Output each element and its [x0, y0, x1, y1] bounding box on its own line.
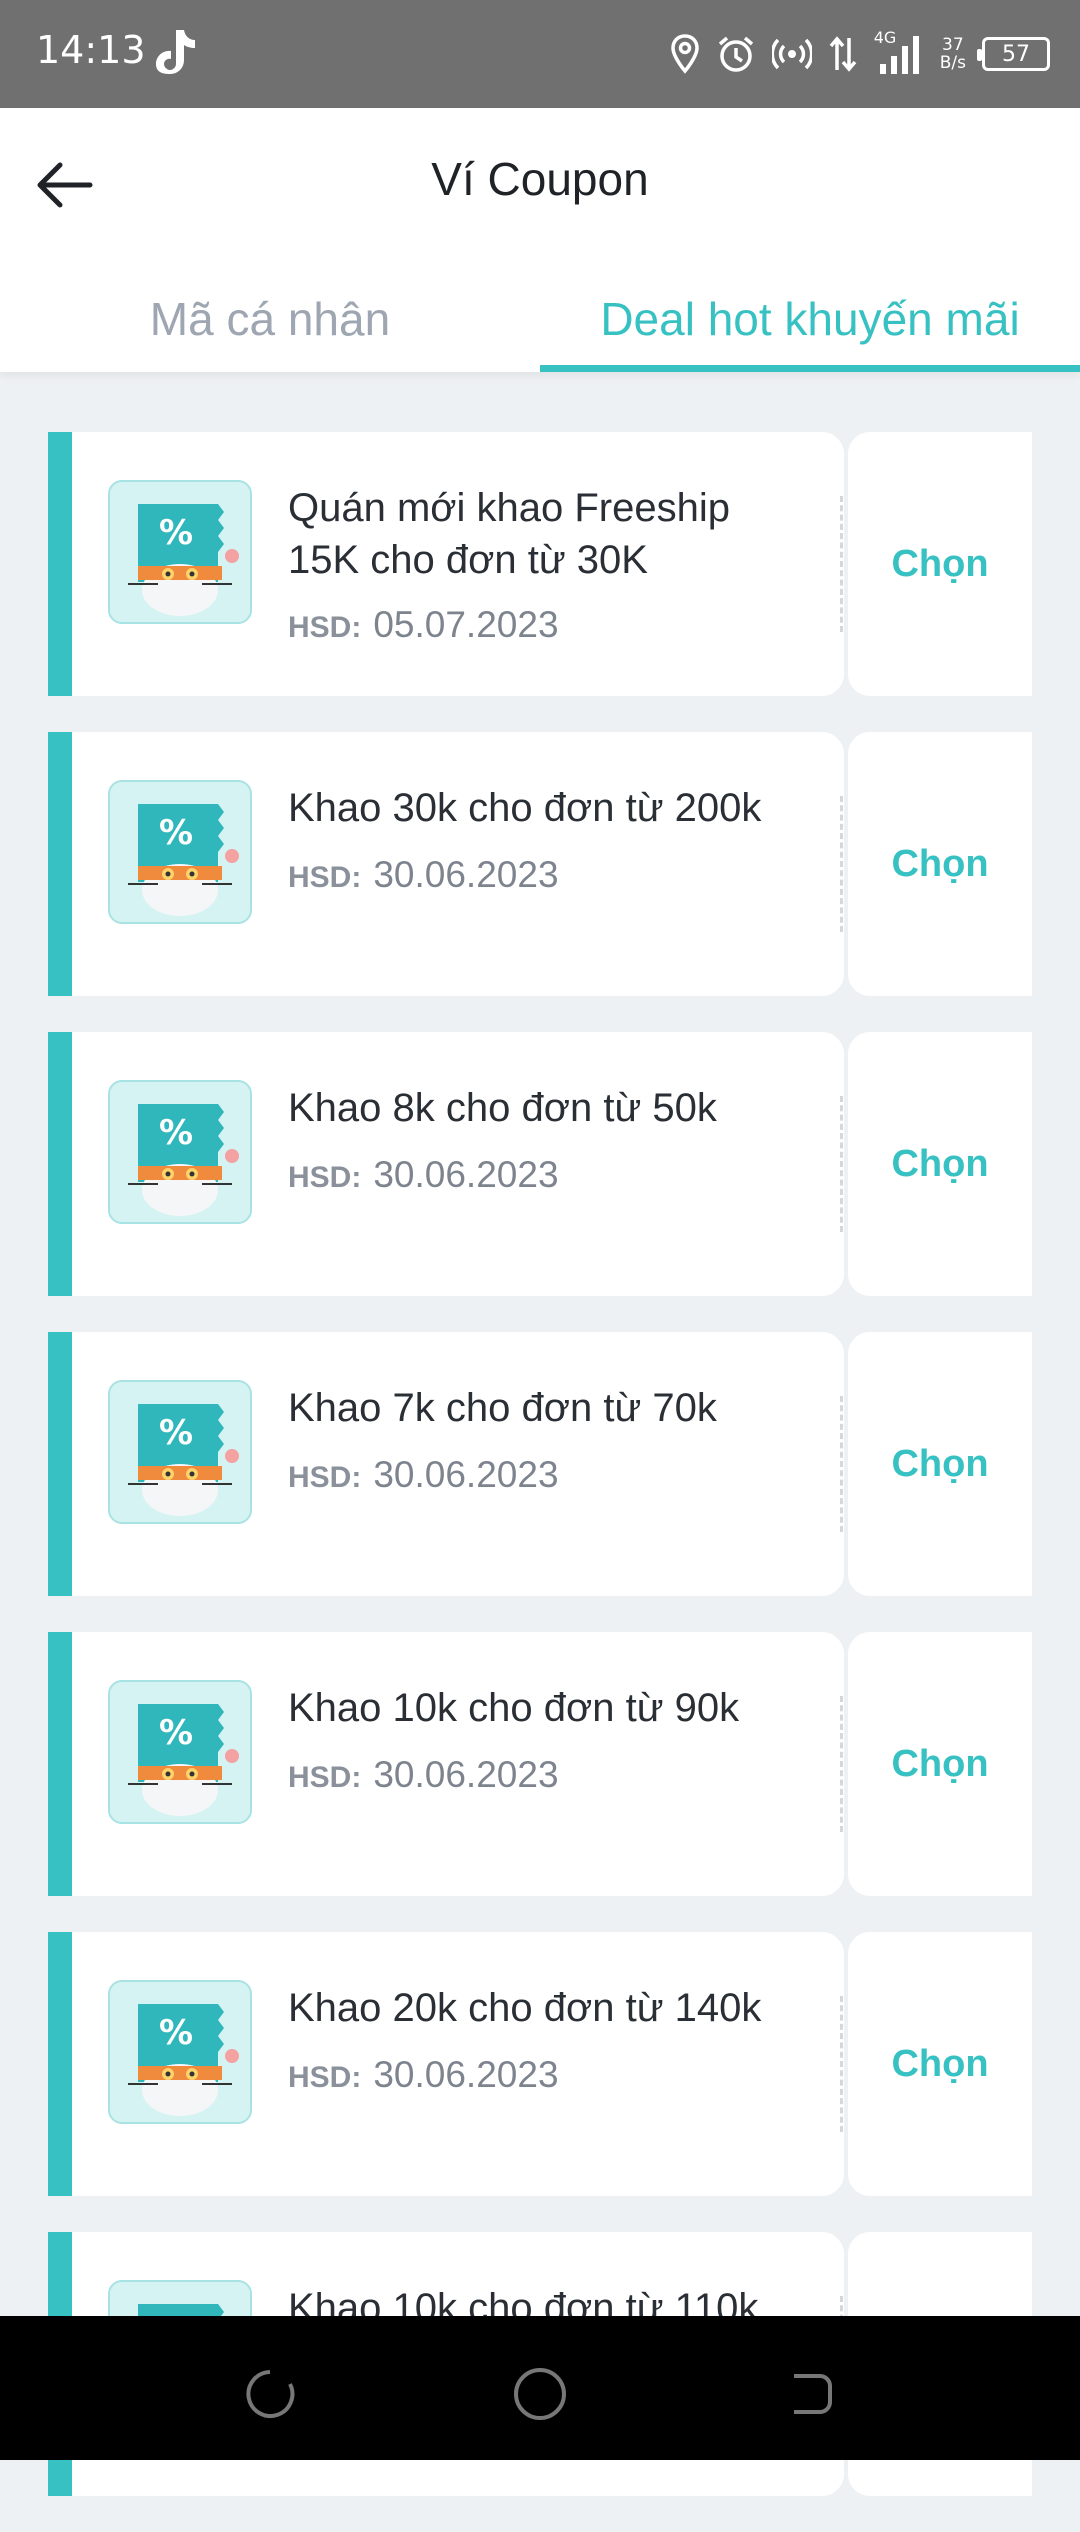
expiry-label: HSD: [288, 1461, 362, 1494]
coupon-accent-strip [48, 732, 72, 996]
coupon-accent-strip [48, 1632, 72, 1896]
coupon-mascot-icon: % [108, 480, 252, 624]
coupon-card: % Khao 20k cho đơn từ 140k HSD: 30.06.202… [48, 1932, 1032, 2196]
tab-hot-deals[interactable]: Deal hot khuyến mãi [540, 266, 1080, 372]
coupon-expiry: HSD: 30.06.2023 [288, 2054, 559, 2096]
coupon-card: % Khao 8k cho đơn từ 50k HSD: 30.06.2023 … [48, 1032, 1032, 1296]
coupon-action-area: Chọn [848, 732, 1032, 996]
expiry-date: 05.07.2023 [373, 604, 559, 645]
battery-level: 57 [1002, 41, 1030, 67]
expiry-date: 30.06.2023 [373, 1154, 559, 1195]
choose-button[interactable]: Chọn [891, 2043, 988, 2086]
expiry-label: HSD: [288, 611, 362, 644]
choose-button[interactable]: Chọn [891, 843, 988, 886]
expiry-label: HSD: [288, 1161, 362, 1194]
coupon-list: % Quán mới khao Freeship 15K cho đơn từ … [48, 432, 1032, 2532]
data-arrows-icon [829, 36, 857, 72]
svg-text:%: % [159, 1413, 193, 1453]
coupon-expiry: HSD: 05.07.2023 [288, 604, 559, 646]
coupon-divider [840, 796, 843, 932]
expiry-label: HSD: [288, 1761, 362, 1794]
coupon-title: Quán mới khao Freeship 15K cho đơn từ 30… [288, 486, 730, 582]
coupon-mascot-icon: % [108, 1380, 252, 1524]
coupon-card: % Khao 30k cho đơn từ 200k HSD: 30.06.202… [48, 732, 1032, 996]
coupon-action-area: Chọn [848, 1032, 1032, 1296]
choose-button[interactable]: Chọn [891, 1743, 988, 1786]
status-icons: 4G 37 B/s 57 [670, 26, 1050, 82]
coupon-divider [840, 1696, 843, 1832]
location-icon [670, 34, 699, 74]
svg-text:%: % [159, 1713, 193, 1753]
coupon-accent-strip [48, 1332, 72, 1596]
coupon-accent-strip [48, 432, 72, 696]
network-speed: 37 B/s [940, 36, 966, 72]
coupon-action-area: Chọn [848, 1632, 1032, 1896]
coupon-expiry: HSD: 30.06.2023 [288, 1154, 559, 1196]
coupon-divider [840, 1096, 843, 1232]
coupon-card: % Khao 7k cho đơn từ 70k HSD: 30.06.2023 … [48, 1332, 1032, 1596]
choose-button[interactable]: Chọn [891, 1443, 988, 1486]
page-title: Ví Coupon [431, 153, 649, 205]
coupon-title: Khao 30k cho đơn từ 200k [288, 786, 762, 830]
speed-value: 37 [942, 35, 964, 55]
home-icon[interactable] [510, 2364, 570, 2424]
expiry-label: HSD: [288, 861, 362, 894]
alarm-icon [718, 36, 753, 72]
back-nav-icon[interactable] [780, 2364, 840, 2424]
active-tab-indicator [540, 365, 1080, 372]
system-nav-bar [0, 2316, 1080, 2460]
coupon-card-body[interactable]: % Khao 20k cho đơn từ 140k HSD: 30.06.202… [48, 1932, 844, 2196]
hotspot-icon [771, 38, 812, 70]
svg-text:%: % [159, 513, 193, 553]
coupon-action-area: Chọn [848, 432, 1032, 696]
svg-text:%: % [159, 1113, 193, 1153]
expiry-date: 30.06.2023 [373, 1754, 559, 1795]
coupon-card-body[interactable]: % Khao 7k cho đơn từ 70k HSD: 30.06.2023 [48, 1332, 844, 1596]
tab-bar: Mã cá nhân Deal hot khuyến mãi [0, 266, 1080, 372]
coupon-accent-strip [48, 1932, 72, 2196]
coupon-card-body[interactable]: % Khao 30k cho đơn từ 200k HSD: 30.06.202… [48, 732, 844, 996]
svg-text:%: % [159, 2013, 193, 2053]
expiry-date: 30.06.2023 [373, 1454, 559, 1495]
tiktok-icon [156, 30, 195, 74]
coupon-mascot-icon: % [108, 780, 252, 924]
status-time: 14:13 [36, 28, 146, 72]
coupon-accent-strip [48, 1032, 72, 1296]
recents-icon[interactable] [240, 2364, 300, 2424]
coupon-card: % Quán mới khao Freeship 15K cho đơn từ … [48, 432, 1032, 696]
coupon-mascot-icon: % [108, 1980, 252, 2124]
signal-icon: 4G [874, 28, 924, 76]
app-header: Ví Coupon Mã cá nhân Deal hot khuyến mãi [0, 108, 1080, 372]
choose-button[interactable]: Chọn [891, 1143, 988, 1186]
coupon-card-body[interactable]: % Quán mới khao Freeship 15K cho đơn từ … [48, 432, 844, 696]
speed-unit: B/s [939, 53, 966, 73]
choose-button[interactable]: Chọn [891, 543, 988, 586]
coupon-action-area: Chọn [848, 1932, 1032, 2196]
tab-personal-codes[interactable]: Mã cá nhân [0, 266, 540, 372]
coupon-action-area: Chọn [848, 1332, 1032, 1596]
coupon-card-body[interactable]: % Khao 10k cho đơn từ 90k HSD: 30.06.2023 [48, 1632, 844, 1896]
coupon-card: % Khao 10k cho đơn từ 90k HSD: 30.06.2023… [48, 1632, 1032, 1896]
coupon-divider [840, 1396, 843, 1532]
coupon-title: Khao 8k cho đơn từ 50k [288, 1086, 717, 1130]
expiry-label: HSD: [288, 2061, 362, 2094]
coupon-mascot-icon: % [108, 1680, 252, 1824]
expiry-date: 30.06.2023 [373, 2054, 559, 2095]
coupon-expiry: HSD: 30.06.2023 [288, 854, 559, 896]
status-bar: 14:13 4G 37 B/s 57 [0, 0, 1080, 108]
coupon-mascot-icon: % [108, 1080, 252, 1224]
coupon-title: Khao 10k cho đơn từ 90k [288, 1686, 740, 1730]
coupon-expiry: HSD: 30.06.2023 [288, 1754, 559, 1796]
expiry-date: 30.06.2023 [373, 854, 559, 895]
coupon-expiry: HSD: 30.06.2023 [288, 1454, 559, 1496]
battery-icon: 57 [977, 37, 1050, 71]
svg-text:%: % [159, 813, 193, 853]
coupon-title: Khao 20k cho đơn từ 140k [288, 1986, 762, 2030]
coupon-title: Khao 7k cho đơn từ 70k [288, 1386, 717, 1430]
coupon-divider [840, 1996, 843, 2132]
coupon-divider [840, 496, 843, 632]
coupon-card-body[interactable]: % Khao 8k cho đơn từ 50k HSD: 30.06.2023 [48, 1032, 844, 1296]
